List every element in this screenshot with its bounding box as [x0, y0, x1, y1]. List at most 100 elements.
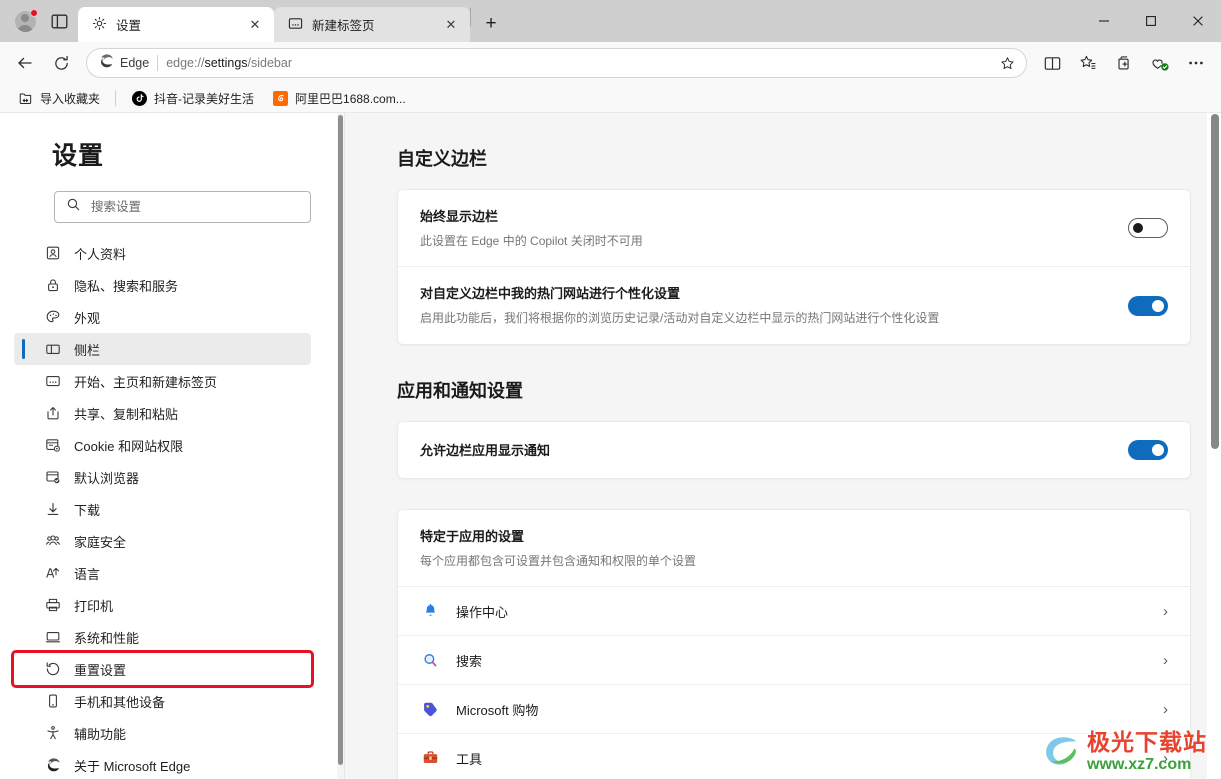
sidebar-item-reset-settings[interactable]: 重置设置 — [11, 650, 314, 688]
close-button[interactable] — [1174, 0, 1221, 42]
app-specific-settings-card: 特定于应用的设置 每个应用都包含可设置并包含通知和权限的单个设置 操作中心 › — [397, 508, 1191, 779]
newtab-icon — [288, 16, 303, 34]
more-options-icon[interactable] — [1179, 46, 1213, 80]
sidebar-item-languages[interactable]: 语言 — [14, 557, 311, 589]
toggle-always-show-sidebar[interactable] — [1128, 218, 1168, 239]
toggle-personalize-top-sites[interactable] — [1128, 295, 1168, 316]
sidebar-item-profiles[interactable]: 个人资料 — [14, 237, 311, 269]
sidebar-item-share-copy-paste[interactable]: 共享、复制和粘贴 — [14, 397, 311, 429]
browser-essentials-icon[interactable] — [1143, 46, 1177, 80]
sidebar-item-start-home-newtab[interactable]: 开始、主页和新建标签页 — [14, 365, 311, 397]
bookmarks-separator — [115, 90, 117, 106]
minimize-button[interactable] — [1080, 0, 1127, 42]
omnibox-separator — [157, 55, 159, 71]
app-label: Microsoft 购物 — [456, 702, 539, 718]
reset-icon — [44, 660, 62, 678]
app-row-tools[interactable]: 工具 › — [398, 733, 1190, 779]
sidebar-item-label: 重置设置 — [74, 662, 127, 678]
collections-icon[interactable] — [1107, 46, 1141, 80]
sidebar-item-label: 系统和性能 — [74, 630, 140, 646]
back-arrow-icon[interactable] — [8, 46, 42, 80]
app-row-microsoft-shopping[interactable]: Microsoft 购物 › — [398, 684, 1190, 733]
sidebar-item-downloads[interactable]: 下载 — [14, 493, 311, 525]
import-favorites-icon — [17, 90, 33, 106]
tab-close-button[interactable]: ✕ — [244, 14, 266, 36]
favorites-star-icon[interactable] — [1071, 46, 1105, 80]
edge-chip: Edge — [98, 53, 149, 74]
bookmark-item-douyin[interactable]: 抖音-记录美好生活 — [124, 87, 261, 110]
app-label: 操作中心 — [456, 604, 509, 620]
toggle-allow-notifications[interactable] — [1128, 439, 1168, 460]
sidebar-item-printers[interactable]: 打印机 — [14, 589, 311, 621]
chevron-right-icon: › — [1163, 651, 1168, 669]
tab-new-tab-page[interactable]: 新建标签页 ✕ — [274, 7, 470, 42]
sidebar-item-privacy[interactable]: 隐私、搜索和服务 — [14, 269, 311, 301]
default-browser-icon — [44, 468, 62, 486]
row-texts: 对自定义边栏中我的热门网站进行个性化设置 启用此功能后，我们将根据你的浏览历史记… — [420, 283, 1128, 327]
reload-icon[interactable] — [44, 46, 78, 80]
sidebar-item-label: Cookie 和网站权限 — [74, 438, 184, 454]
sidebar-scrollbar-thumb[interactable] — [338, 115, 343, 765]
sidebar-item-label: 语言 — [74, 566, 101, 582]
sidebar-item-label: 侧栏 — [74, 342, 101, 358]
sidebar-item-phone-other-devices[interactable]: 手机和其他设备 — [14, 685, 311, 717]
setting-row-allow-notifications[interactable]: 允许边栏应用显示通知 — [398, 422, 1190, 478]
tab-settings[interactable]: 设置 ✕ — [78, 7, 274, 42]
address-bar[interactable]: Edge edge://settings/sidebar — [86, 48, 1027, 78]
printer-icon — [44, 596, 62, 614]
sidebar-item-appearance[interactable]: 外观 — [14, 301, 311, 333]
sidebar-item-label: 默认浏览器 — [74, 470, 140, 486]
sidebar-item-system-performance[interactable]: 系统和性能 — [14, 621, 311, 653]
maximize-button[interactable] — [1127, 0, 1174, 42]
shopping-tag-icon — [420, 699, 440, 719]
sidebar-item-sidebar[interactable]: 侧栏 — [14, 333, 311, 365]
phone-icon — [44, 692, 62, 710]
sidebar-item-label: 辅助功能 — [74, 726, 127, 742]
tab-title: 新建标签页 — [312, 19, 375, 33]
app-label: 搜索 — [456, 653, 483, 669]
search-magnifier-icon — [420, 650, 440, 670]
edge-logo-icon — [98, 53, 114, 74]
sidebar-item-cookies[interactable]: Cookie 和网站权限 — [14, 429, 311, 461]
search-input[interactable] — [91, 200, 299, 214]
sidebar-scrollbar[interactable] — [337, 113, 344, 779]
tiktok-icon — [131, 90, 147, 106]
import-favorites-button[interactable]: 导入收藏夹 — [10, 87, 107, 110]
new-tab-button[interactable]: + — [475, 7, 507, 39]
toolbox-icon — [420, 748, 440, 768]
app-row-search[interactable]: 搜索 › — [398, 635, 1190, 684]
split-screen-icon[interactable] — [44, 6, 74, 36]
sidebar-item-label: 下载 — [74, 502, 101, 518]
star-icon[interactable] — [994, 50, 1020, 76]
main-scrollbar-thumb[interactable] — [1211, 114, 1219, 449]
setting-row-personalize-top-sites[interactable]: 对自定义边栏中我的热门网站进行个性化设置 启用此功能后，我们将根据你的浏览历史记… — [398, 266, 1190, 343]
search-settings-box[interactable] — [54, 191, 311, 223]
profile-icon — [44, 244, 62, 262]
edge-logo-icon — [44, 756, 62, 774]
profile-button[interactable] — [10, 6, 40, 36]
search-icon — [66, 197, 81, 217]
app-row-action-center[interactable]: 操作中心 › — [398, 586, 1190, 635]
row-subtitle: 此设置在 Edge 中的 Copilot 关闭时不可用 — [420, 234, 643, 248]
setting-row-always-show-sidebar[interactable]: 始终显示边栏 此设置在 Edge 中的 Copilot 关闭时不可用 — [398, 190, 1190, 266]
settings-nav-list: 个人资料 隐私、搜索和服务 外观 侧栏 开始、主页和新建标签页 共享、复制和粘贴… — [0, 237, 344, 779]
sidebar-icon — [44, 340, 62, 358]
bookmark-item-alibaba[interactable]: 阿里巴巴1688.com... — [265, 87, 413, 110]
sidebar-item-default-browser[interactable]: 默认浏览器 — [14, 461, 311, 493]
split-screen-toolbar-icon[interactable] — [1035, 46, 1069, 80]
download-icon — [44, 500, 62, 518]
app-label: 工具 — [456, 751, 483, 767]
sidebar-item-family-safety[interactable]: 家庭安全 — [14, 525, 311, 557]
title-bar: 设置 ✕ 新建标签页 ✕ + — [0, 0, 1221, 42]
sidebar-item-accessibility[interactable]: 辅助功能 — [14, 717, 311, 749]
tab-close-button[interactable]: ✕ — [440, 14, 462, 36]
share-icon — [44, 404, 62, 422]
window-controls — [1080, 0, 1221, 42]
sidebar-item-label: 共享、复制和粘贴 — [74, 406, 179, 422]
sidebar-item-about-edge[interactable]: 关于 Microsoft Edge — [14, 749, 311, 779]
import-favorites-label: 导入收藏夹 — [40, 91, 101, 106]
main-scrollbar[interactable] — [1207, 113, 1221, 779]
row-subtitle: 启用此功能后，我们将根据你的浏览历史记录/活动对自定义边栏中显示的热门网站进行个… — [420, 311, 940, 326]
titlebar-left-controls — [0, 0, 78, 42]
chevron-right-icon: › — [1163, 700, 1168, 718]
